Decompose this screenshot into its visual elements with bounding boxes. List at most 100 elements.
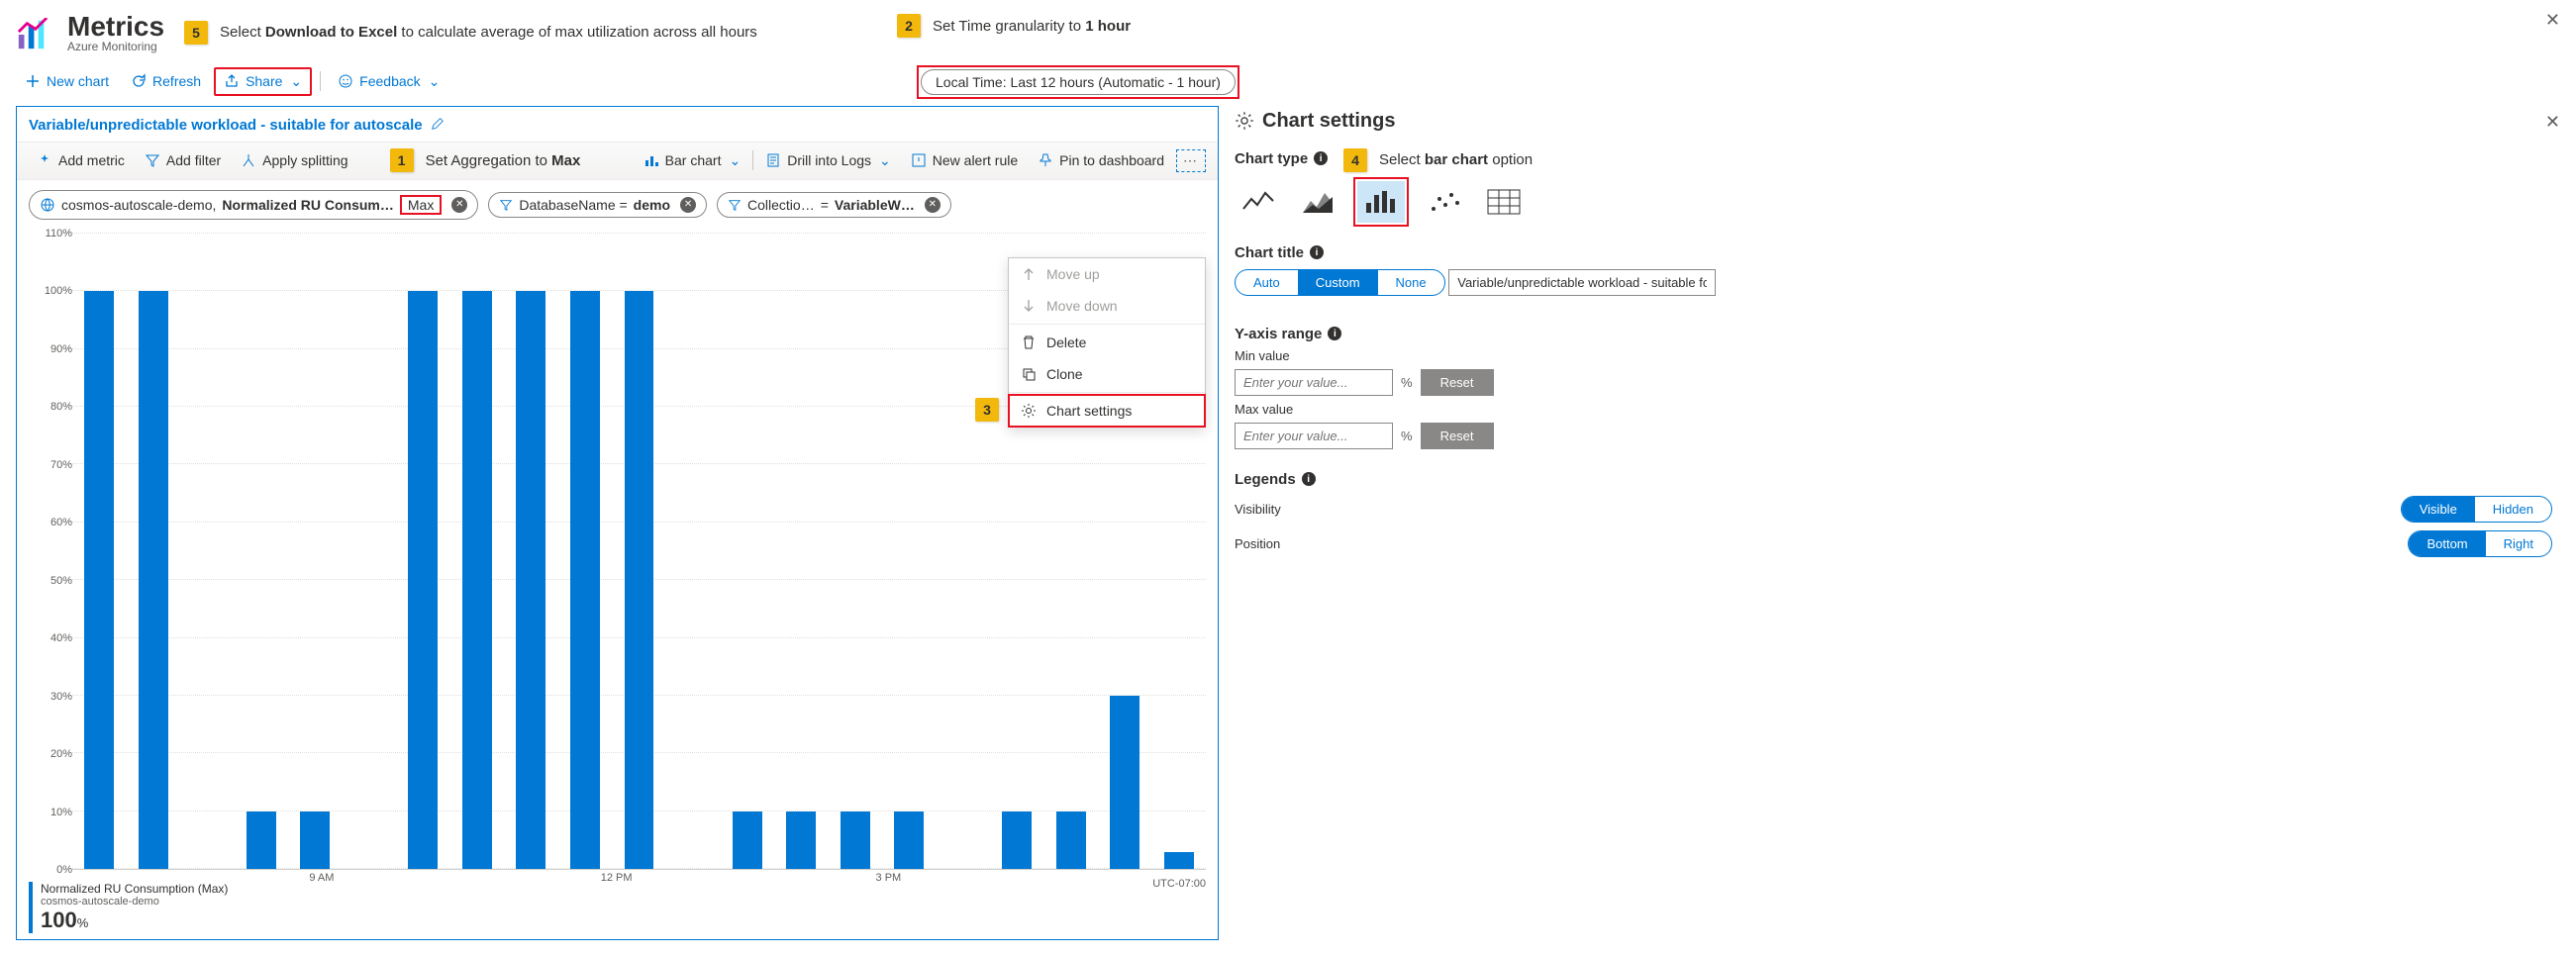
- max-value-input[interactable]: [1235, 423, 1393, 449]
- y-tick: 10%: [50, 807, 72, 818]
- info-icon[interactable]: i: [1328, 327, 1341, 340]
- share-icon: [224, 73, 240, 89]
- feedback-button[interactable]: Feedback ⌄: [329, 68, 448, 95]
- filter-icon: [145, 152, 160, 168]
- remove-pill-icon[interactable]: ✕: [451, 197, 467, 213]
- visibility-label: Visibility: [1235, 502, 1281, 517]
- visibility-toggle[interactable]: Visible Hidden: [2401, 496, 2552, 523]
- reset-min-button[interactable]: Reset: [1421, 369, 1494, 396]
- chart-title-mode[interactable]: Auto Custom None: [1235, 269, 1445, 296]
- pin-icon: [1038, 152, 1053, 168]
- chart-type-line[interactable]: [1235, 181, 1282, 223]
- menu-delete[interactable]: Delete: [1009, 327, 1205, 358]
- bar: [1164, 852, 1194, 870]
- chart-type-bar-highlight: [1353, 177, 1409, 227]
- close-icon[interactable]: ✕: [2545, 10, 2560, 31]
- yaxis-label: Y-axis rangei: [1235, 326, 2552, 342]
- y-tick: 40%: [50, 632, 72, 644]
- legend-title: Normalized RU Consumption (Max): [41, 882, 228, 896]
- alert-icon: [911, 152, 927, 168]
- info-icon[interactable]: i: [1302, 472, 1316, 486]
- split-icon: [241, 152, 256, 168]
- legend: Normalized RU Consumption (Max) cosmos-a…: [29, 882, 228, 933]
- more-menu-button[interactable]: ⋯: [1176, 149, 1206, 172]
- min-value-input[interactable]: [1235, 369, 1393, 396]
- bar: [570, 291, 600, 869]
- bar: [894, 812, 924, 869]
- add-metric-button[interactable]: Add metric: [29, 148, 133, 172]
- reset-max-button[interactable]: Reset: [1421, 423, 1494, 449]
- new-alert-button[interactable]: New alert rule: [903, 148, 1026, 172]
- visibility-hidden[interactable]: Hidden: [2475, 497, 2551, 522]
- y-tick: 100%: [45, 285, 72, 297]
- position-bottom[interactable]: Bottom: [2409, 531, 2485, 556]
- chart-title-input[interactable]: [1448, 269, 1716, 296]
- drill-logs-button[interactable]: Drill into Logs⌄: [757, 148, 899, 173]
- close-panel-icon[interactable]: ✕: [2545, 112, 2560, 133]
- pin-button[interactable]: Pin to dashboard: [1030, 148, 1172, 172]
- chart-type-area[interactable]: [1294, 181, 1341, 223]
- chart-type-bar[interactable]: [1357, 181, 1405, 223]
- gridline: [72, 233, 1206, 234]
- metric-pill[interactable]: cosmos-autoscale-demo, Normalized RU Con…: [29, 190, 478, 220]
- arrow-up-icon: [1021, 266, 1037, 282]
- y-tick: 30%: [50, 691, 72, 703]
- chart-type-dropdown[interactable]: Bar chart⌄: [636, 148, 749, 173]
- filter-db-pill[interactable]: DatabaseName = demo ✕: [488, 192, 707, 218]
- menu-chart-settings[interactable]: Chart settings: [1008, 394, 1206, 428]
- info-icon[interactable]: i: [1310, 245, 1324, 259]
- callout-badge-3: 3: [975, 398, 999, 422]
- bar-chart-icon: [644, 152, 659, 168]
- bar: [247, 812, 276, 869]
- gear-icon: [1021, 403, 1037, 419]
- page-title: Metrics: [67, 12, 164, 41]
- bar: [786, 812, 816, 869]
- timezone-label: UTC-07:00: [1152, 878, 1206, 890]
- filter-collection-pill[interactable]: Collectio… = VariableW… ✕: [717, 192, 951, 218]
- remove-pill-icon[interactable]: ✕: [680, 197, 696, 213]
- bar: [84, 291, 114, 869]
- y-tick: 20%: [50, 748, 72, 760]
- chart-type-grid[interactable]: [1480, 181, 1528, 223]
- callout-5: 5 Select Download to Excel to calculate …: [184, 21, 757, 45]
- unit-label: %: [1401, 375, 1413, 390]
- refresh-button[interactable]: Refresh: [122, 68, 210, 94]
- add-filter-button[interactable]: Add filter: [137, 148, 229, 172]
- menu-move-up: Move up: [1009, 258, 1205, 290]
- y-axis: 0%10%20%30%40%50%60%70%80%90%100%110%: [27, 234, 72, 870]
- position-toggle[interactable]: Bottom Right: [2408, 530, 2552, 557]
- side-panel-title: Chart settings: [1235, 106, 2552, 146]
- chart-title-section-label: Chart titlei: [1235, 244, 2552, 261]
- menu-clone[interactable]: Clone: [1009, 358, 1205, 390]
- new-chart-button[interactable]: New chart: [16, 68, 118, 94]
- toolbar-top: New chart Refresh Share ⌄ Feedback ⌄ Loc…: [16, 59, 2560, 106]
- sparkle-icon: [37, 152, 52, 168]
- time-range-highlight: Local Time: Last 12 hours (Automatic - 1…: [917, 65, 1239, 99]
- menu-move-down: Move down: [1009, 290, 1205, 322]
- apply-splitting-button[interactable]: Apply splitting: [233, 148, 355, 172]
- min-value-label: Min value: [1235, 348, 2552, 363]
- remove-pill-icon[interactable]: ✕: [925, 197, 941, 213]
- chart-title: Variable/unpredictable workload - suitab…: [29, 117, 423, 134]
- y-tick: 0%: [56, 864, 72, 876]
- logs-icon: [765, 152, 781, 168]
- edit-title-icon[interactable]: [431, 117, 445, 134]
- x-tick: 9 AM: [309, 872, 334, 884]
- legend-value: 100%: [41, 908, 228, 933]
- visibility-visible[interactable]: Visible: [2402, 497, 2475, 522]
- title-custom[interactable]: Custom: [1298, 270, 1378, 295]
- share-button[interactable]: Share ⌄: [214, 67, 312, 96]
- title-auto[interactable]: Auto: [1236, 270, 1298, 295]
- chevron-down-icon: ⌄: [290, 73, 302, 90]
- page-subtitle: Azure Monitoring: [67, 41, 164, 53]
- time-range-picker[interactable]: Local Time: Last 12 hours (Automatic - 1…: [921, 69, 1236, 95]
- title-none[interactable]: None: [1378, 270, 1444, 295]
- info-icon[interactable]: i: [1314, 151, 1328, 165]
- bar: [139, 291, 168, 869]
- smile-icon: [338, 73, 353, 89]
- position-right[interactable]: Right: [2486, 531, 2551, 556]
- bar: [1110, 696, 1139, 869]
- chart-type-scatter[interactable]: [1421, 181, 1468, 223]
- chevron-down-icon: ⌄: [729, 152, 741, 169]
- y-tick: 60%: [50, 517, 72, 528]
